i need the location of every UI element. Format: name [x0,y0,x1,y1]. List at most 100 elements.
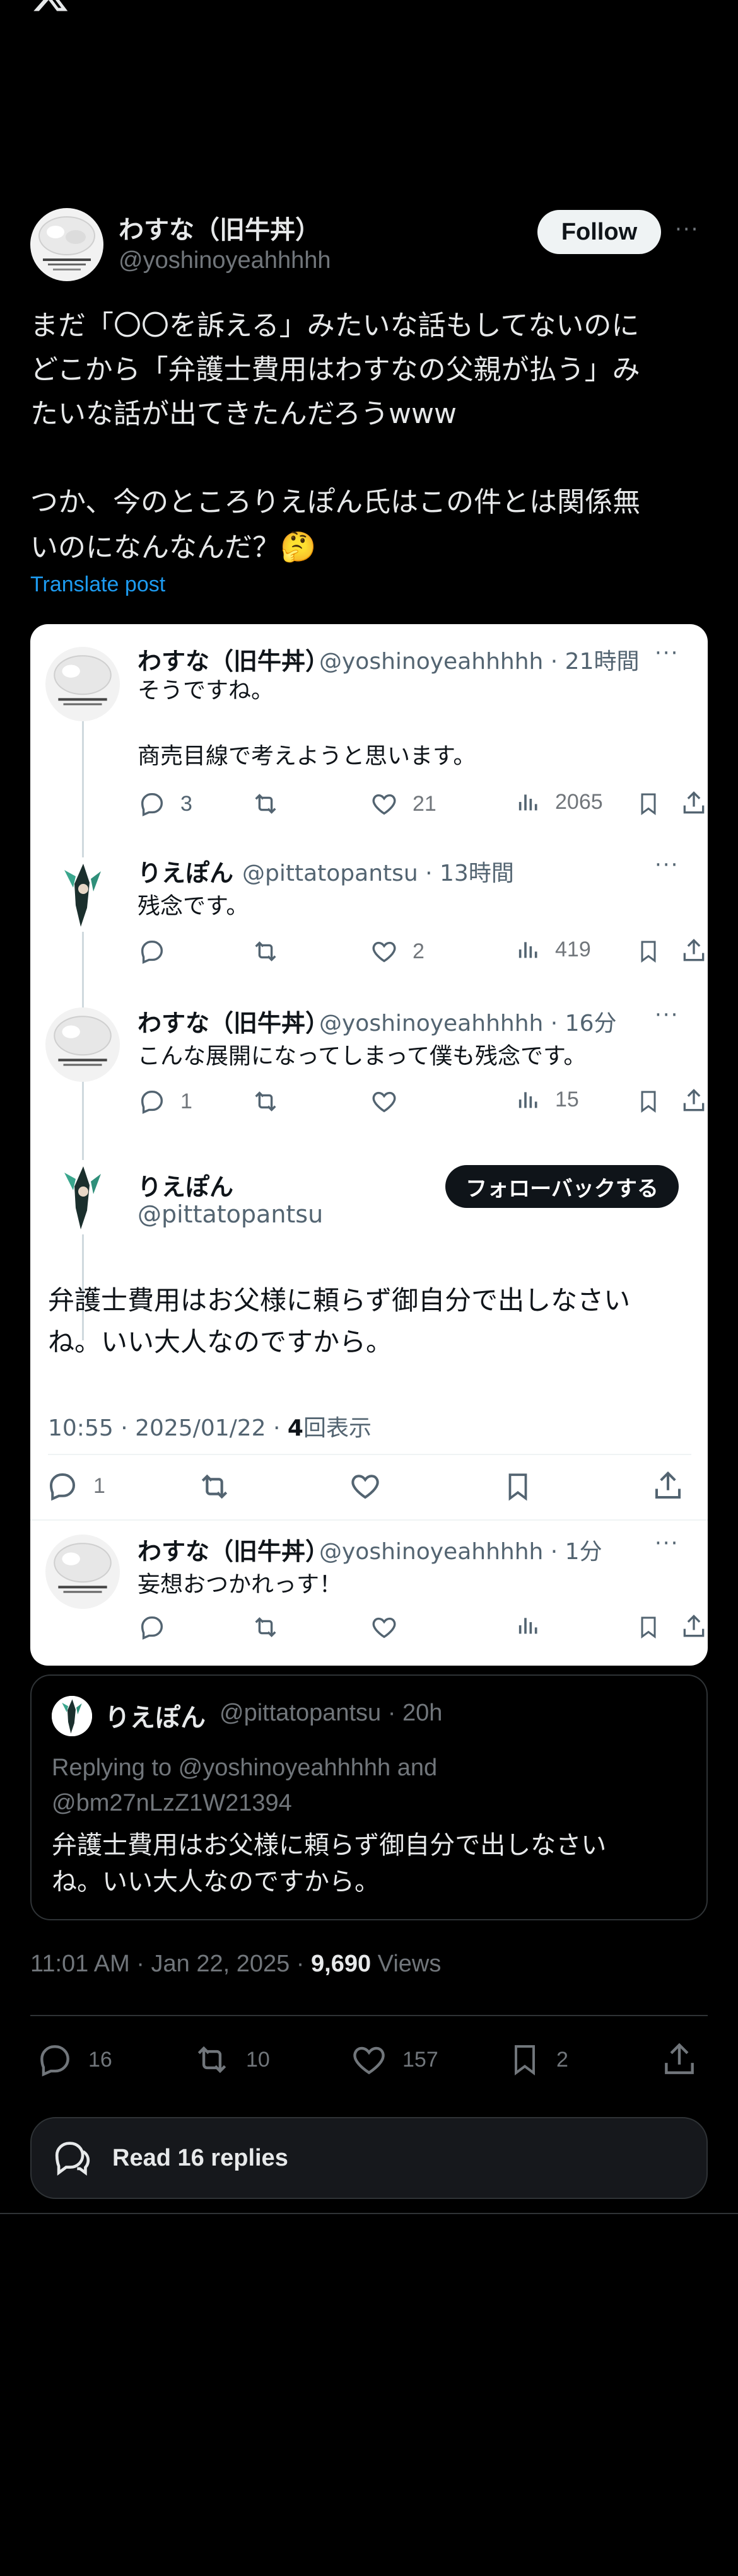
quote-reply-line: @bm27nLzZ1W21394 [52,1790,292,1816]
repost-icon [251,789,280,818]
post-time: 11:01 AM · Jan 22, 2025 · [30,1951,312,1977]
reply-icon: 1 [45,1469,105,1503]
repost-button[interactable]: 10 [192,2040,270,2079]
like-icon: 2 [370,937,425,966]
focus-views-label: 回表示 [303,1415,372,1441]
share-icon [680,937,708,965]
divider [30,1519,708,1521]
quote-avatar [52,1696,92,1736]
focus-line: ね。いい大人なのですから。 [48,1326,393,1357]
views-count: 2065 [555,789,603,814]
reply-icon [138,937,167,966]
tweet-line: 商売目線で考えようと思います。 [138,743,476,769]
tweet-text: 残念です。 [138,893,249,919]
divider [48,1454,691,1455]
reply-icon [138,1613,167,1642]
tweet-more-icon: ··· [655,641,679,666]
focus-avatar [45,1160,120,1234]
reply-count: 1 [180,1089,192,1113]
divider [30,2015,708,2016]
post-text: まだ「〇〇を訴える」みたいな話もしてないのに どこから「弁護士費用はわすなの父親… [30,304,712,570]
share-icon [680,789,708,817]
tweet-name: わすな（旧牛丼） [138,647,330,675]
quote-replying-to: Replying to @yoshinoyeahhhhh and @bm27nL… [52,1750,437,1821]
focus-line: 弁護士費用はお父様に頼らず御自分で出しなさい [48,1285,631,1316]
reply-icon: 1 [138,1087,192,1116]
like-count: 157 [402,2047,438,2072]
translate-post-link[interactable]: Translate post [30,572,165,597]
more-options-icon[interactable]: ··· [675,217,699,242]
author-avatar[interactable] [30,208,103,281]
focus-name: りえぽん [138,1173,234,1201]
post-text-line: どこから「弁護士費用はわすなの父親が払う」み [30,354,640,386]
tweet-more-icon: ··· [655,1002,679,1028]
tweet-actions: 3 21 2065 [138,789,705,821]
repost-icon [251,1087,280,1116]
views-icon: 2065 [516,789,603,815]
post-views-label: Views [371,1951,442,1977]
author-name[interactable]: わすな（旧牛丼） [119,209,320,246]
share-icon [680,1087,708,1115]
share-button[interactable] [660,2040,699,2079]
tweet-handle: @yoshinoyeahhhhh · 1分 [319,1539,602,1565]
bookmark-button[interactable]: 2 [507,2040,568,2079]
read-replies-label: Read 16 replies [112,2144,288,2171]
bookmark-icon [636,937,661,966]
quote-text: 弁護士費用はお父様に頼らず御自分で出しなさい ね。いい大人なのですから。 [52,1827,606,1900]
bookmark-icon [636,1087,661,1116]
share-icon [680,1613,708,1640]
tweet-name: りえぽん [138,859,234,887]
follow-back-button: フォローバックする [445,1165,679,1208]
bookmark-icon [502,1469,534,1504]
read-replies-button[interactable]: Read 16 replies [30,2117,708,2199]
attached-image[interactable]: わすな（旧牛丼） @yoshinoyeahhhhh · 21時間 ··· そうで… [30,624,708,1666]
tweet-handle: @pittatopantsu · 13時間 [242,861,514,886]
tweet-name: わすな（旧牛丼） [138,1009,330,1037]
repost-icon [251,937,280,966]
reply-count: 3 [180,791,192,816]
author-handle[interactable]: @yoshinoyeahhhhh [119,247,331,274]
focus-handle: @pittatopantsu [138,1200,324,1228]
views-icon: 419 [516,937,591,962]
tweet-actions: 2 419 [138,937,705,968]
quoted-post[interactable]: りえぽん @pittatopantsu · 20h Replying to @y… [30,1674,708,1920]
follow-button[interactable]: Follow [537,210,661,254]
focus-text: 弁護士費用はお父様に頼らず御自分で出しなさい ね。いい大人なのですから。 [48,1280,630,1363]
tweet-handle: @yoshinoyeahhhhh · 21時間 [319,649,640,675]
post-text-line: いのになんなんだ？🤔 [30,525,712,570]
like-icon [348,1469,382,1503]
bookmark-icon [636,789,661,818]
tweet-handle: @yoshinoyeahhhhh · 16分 [319,1011,617,1036]
focus-views: 4 [287,1415,303,1441]
tweet-avatar [45,647,120,721]
focus-meta: 10:55 · 2025/01/22 · 4回表示 [48,1410,372,1442]
like-icon [370,1613,399,1642]
replies-bubble-icon [50,2136,95,2180]
tweet-avatar [45,1535,120,1609]
tweet-line [138,707,476,740]
tweet-text: こんな展開になってしまって僕も残念です。 [138,1043,587,1069]
like-icon [370,1087,399,1116]
post-views-count: 9,690 [311,1951,372,1977]
thinking-face-emoji: 🤔 [280,530,317,564]
post-text-line [30,436,712,480]
reply-button[interactable]: 16 [35,2040,112,2079]
bookmark-count: 2 [556,2047,568,2072]
views-icon [516,1613,541,1638]
repost-icon [251,1613,280,1642]
repost-icon [197,1469,232,1504]
tweet-avatar [45,1007,120,1082]
tweet-line: そうですね。 [138,678,274,704]
focus-actions: 1 [45,1469,701,1507]
views-count: 15 [555,1087,579,1111]
reply-count: 16 [88,2047,112,2072]
reply-count: 1 [93,1473,105,1498]
like-button[interactable]: 157 [349,2040,438,2079]
tweet-actions [138,1613,705,1644]
tweet-name: わすな（旧牛丼） [138,1538,330,1565]
post-text-line-content: いのになんなんだ？ [30,531,280,564]
x-logo-icon[interactable] [30,0,71,14]
share-icon [651,1469,685,1503]
tweet-text: 妄想おつかれっす！ [138,1572,343,1598]
post-timestamp: 11:01 AM · Jan 22, 2025 · 9,690 Views [30,1951,441,1978]
